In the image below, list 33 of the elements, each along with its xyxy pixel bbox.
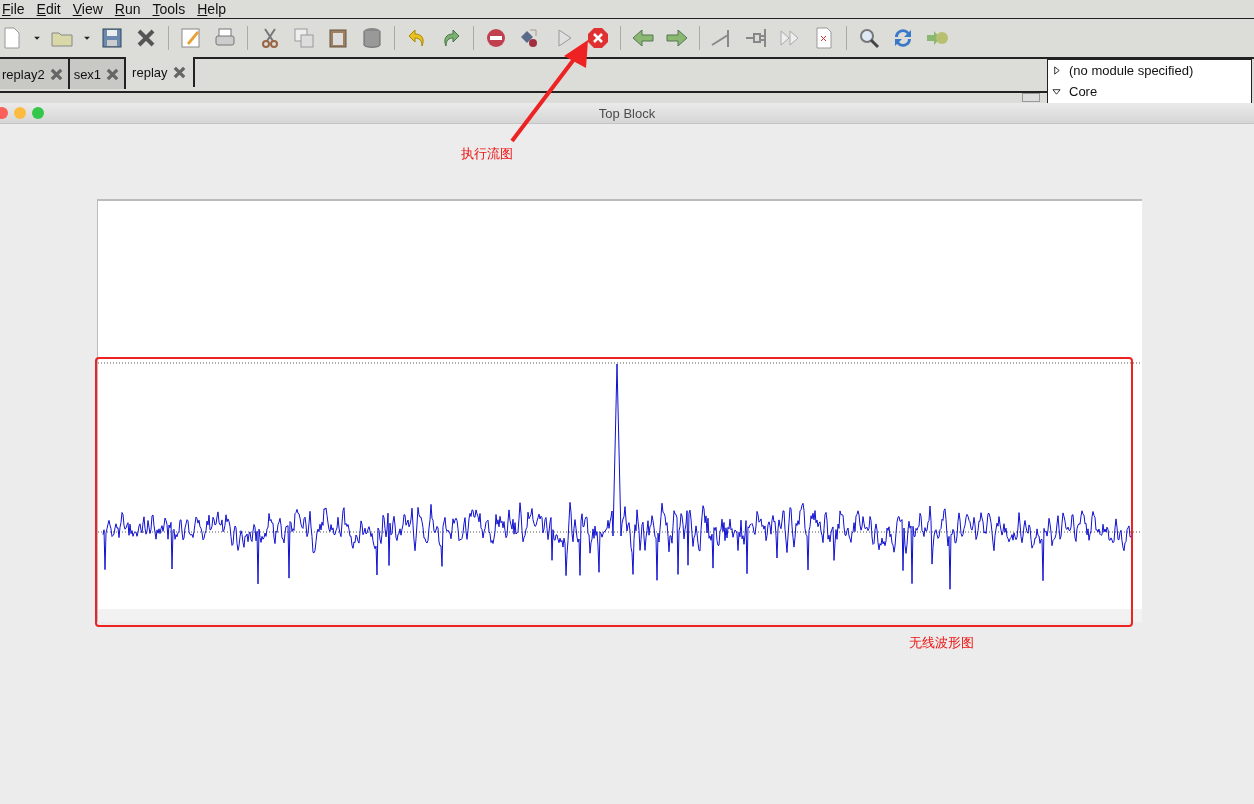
paste-icon[interactable] xyxy=(326,26,350,50)
menu-item[interactable]: Tools xyxy=(150,1,192,17)
close-icon[interactable] xyxy=(48,66,64,82)
stop-icon[interactable] xyxy=(484,26,508,50)
search-icon[interactable] xyxy=(857,26,881,50)
editor-tab[interactable]: replay xyxy=(126,57,195,87)
menu-item[interactable]: Run xyxy=(112,1,147,17)
tree-label: (no module specified) xyxy=(1069,63,1194,78)
expander-icon[interactable] xyxy=(1052,87,1061,96)
pencil-icon[interactable] xyxy=(179,26,203,50)
annotation-label: 无线波形图 xyxy=(909,634,974,652)
close-icon[interactable] xyxy=(171,64,187,80)
zoom-window-button[interactable] xyxy=(32,107,44,119)
scroll-up-button[interactable] xyxy=(1022,93,1040,102)
editor-tab[interactable]: replay2 xyxy=(0,59,70,89)
save-icon[interactable] xyxy=(100,26,124,50)
forward-arrow-icon[interactable] xyxy=(665,26,689,50)
menu-item[interactable]: View xyxy=(70,1,109,17)
copy-icon[interactable] xyxy=(292,26,316,50)
kill-icon[interactable] xyxy=(586,26,610,50)
menu-item[interactable]: File xyxy=(0,1,31,17)
plug-icon[interactable] xyxy=(744,26,768,50)
window-title: Top Block xyxy=(598,105,656,121)
back-arrow-icon[interactable] xyxy=(631,26,655,50)
menu-item[interactable]: Help xyxy=(195,1,233,17)
menu-item[interactable]: Edit xyxy=(34,1,67,17)
editor-tab[interactable]: sex1 xyxy=(69,59,127,89)
close-icon[interactable] xyxy=(105,66,121,82)
tree-label: Core xyxy=(1069,84,1098,99)
tree-item[interactable]: (no module specified) xyxy=(1048,60,1251,81)
annotation-label: 执行流图 xyxy=(461,145,513,163)
expander-icon[interactable] xyxy=(1052,66,1061,75)
tree-item[interactable]: Core xyxy=(1048,81,1251,102)
